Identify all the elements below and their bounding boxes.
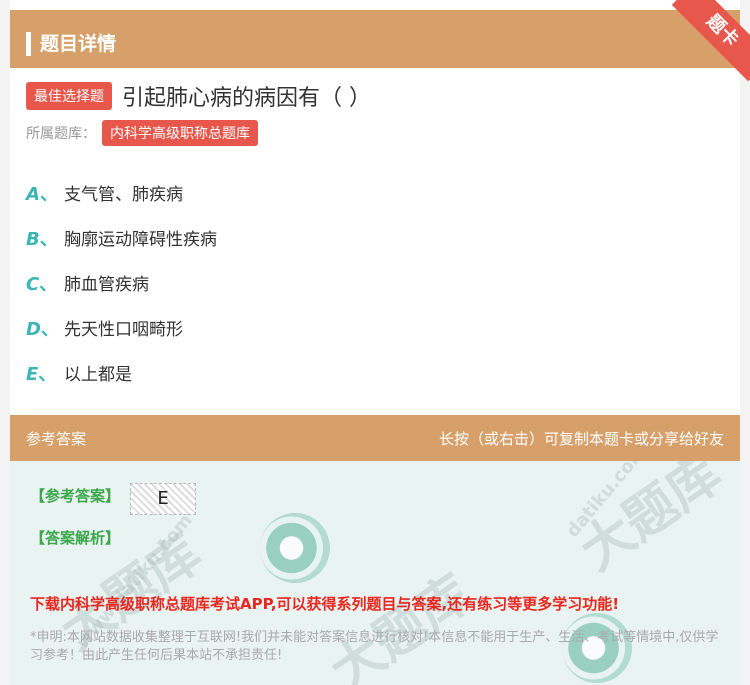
option-letter: B、 bbox=[26, 228, 58, 250]
watermark-logo-icon bbox=[260, 513, 330, 583]
reference-answer-value: E bbox=[130, 483, 196, 515]
answer-body: 大题库 大题库 大题库 www.datiku.com datiku.com 【参… bbox=[10, 461, 740, 685]
option-c[interactable]: C、 肺血管疾病 bbox=[26, 260, 217, 305]
option-text: 支气管、肺疾病 bbox=[64, 185, 183, 205]
page-title: 题目详情 bbox=[40, 33, 117, 55]
option-text: 先天性口咽畸形 bbox=[64, 320, 183, 340]
option-letter: A、 bbox=[26, 183, 58, 205]
page-header: 题目详情 bbox=[10, 10, 740, 68]
options-list: A、 支气管、肺疾病 B、 胸廓运动障碍性疾病 C、 肺血管疾病 D、 先天性口… bbox=[26, 170, 217, 395]
answer-analysis-label: 【答案解析】 bbox=[30, 529, 121, 547]
option-letter: E、 bbox=[26, 363, 57, 385]
answer-header: 参考答案 长按（或右击）可复制本题卡或分享给好友 bbox=[10, 415, 740, 461]
option-text: 肺血管疾病 bbox=[64, 275, 149, 295]
question-row: 最佳选择题 引起肺心病的病因有（ ） bbox=[26, 80, 371, 112]
option-text: 胸廓运动障碍性疾病 bbox=[64, 230, 217, 250]
option-a[interactable]: A、 支气管、肺疾病 bbox=[26, 170, 217, 215]
option-d[interactable]: D、 先天性口咽畸形 bbox=[26, 305, 217, 350]
option-e[interactable]: E、 以上都是 bbox=[26, 350, 217, 395]
question-type-badge: 最佳选择题 bbox=[26, 82, 112, 110]
reference-answer-label: 【参考答案】 bbox=[30, 487, 121, 505]
answer-section-title: 参考答案 bbox=[26, 430, 87, 448]
watermark-icon: 大题库 bbox=[320, 563, 483, 685]
option-text: 以上都是 bbox=[64, 365, 132, 385]
option-b[interactable]: B、 胸廓运动障碍性疾病 bbox=[26, 215, 217, 260]
library-link[interactable]: 内科学高级职称总题库 bbox=[102, 120, 258, 146]
disclaimer-text: *申明:本网站数据收集整理于互联网!我们并未能对答案信息进行核对!本信息不能用于… bbox=[30, 630, 719, 663]
option-letter: D、 bbox=[26, 318, 59, 340]
app-download-promo[interactable]: 下载内科学高级职称总题库考试APP,可以获得系列题目与答案,还有练习等更多学习功… bbox=[30, 593, 619, 614]
library-label: 所属题库： bbox=[26, 126, 96, 142]
header-accent-bar bbox=[26, 32, 31, 56]
option-letter: C、 bbox=[26, 273, 58, 295]
library-row: 所属题库： 内科学高级职称总题库 bbox=[26, 120, 258, 146]
share-hint: 长按（或右击）可复制本题卡或分享给好友 bbox=[438, 430, 724, 448]
question-text: 引起肺心病的病因有（ ） bbox=[122, 86, 371, 111]
